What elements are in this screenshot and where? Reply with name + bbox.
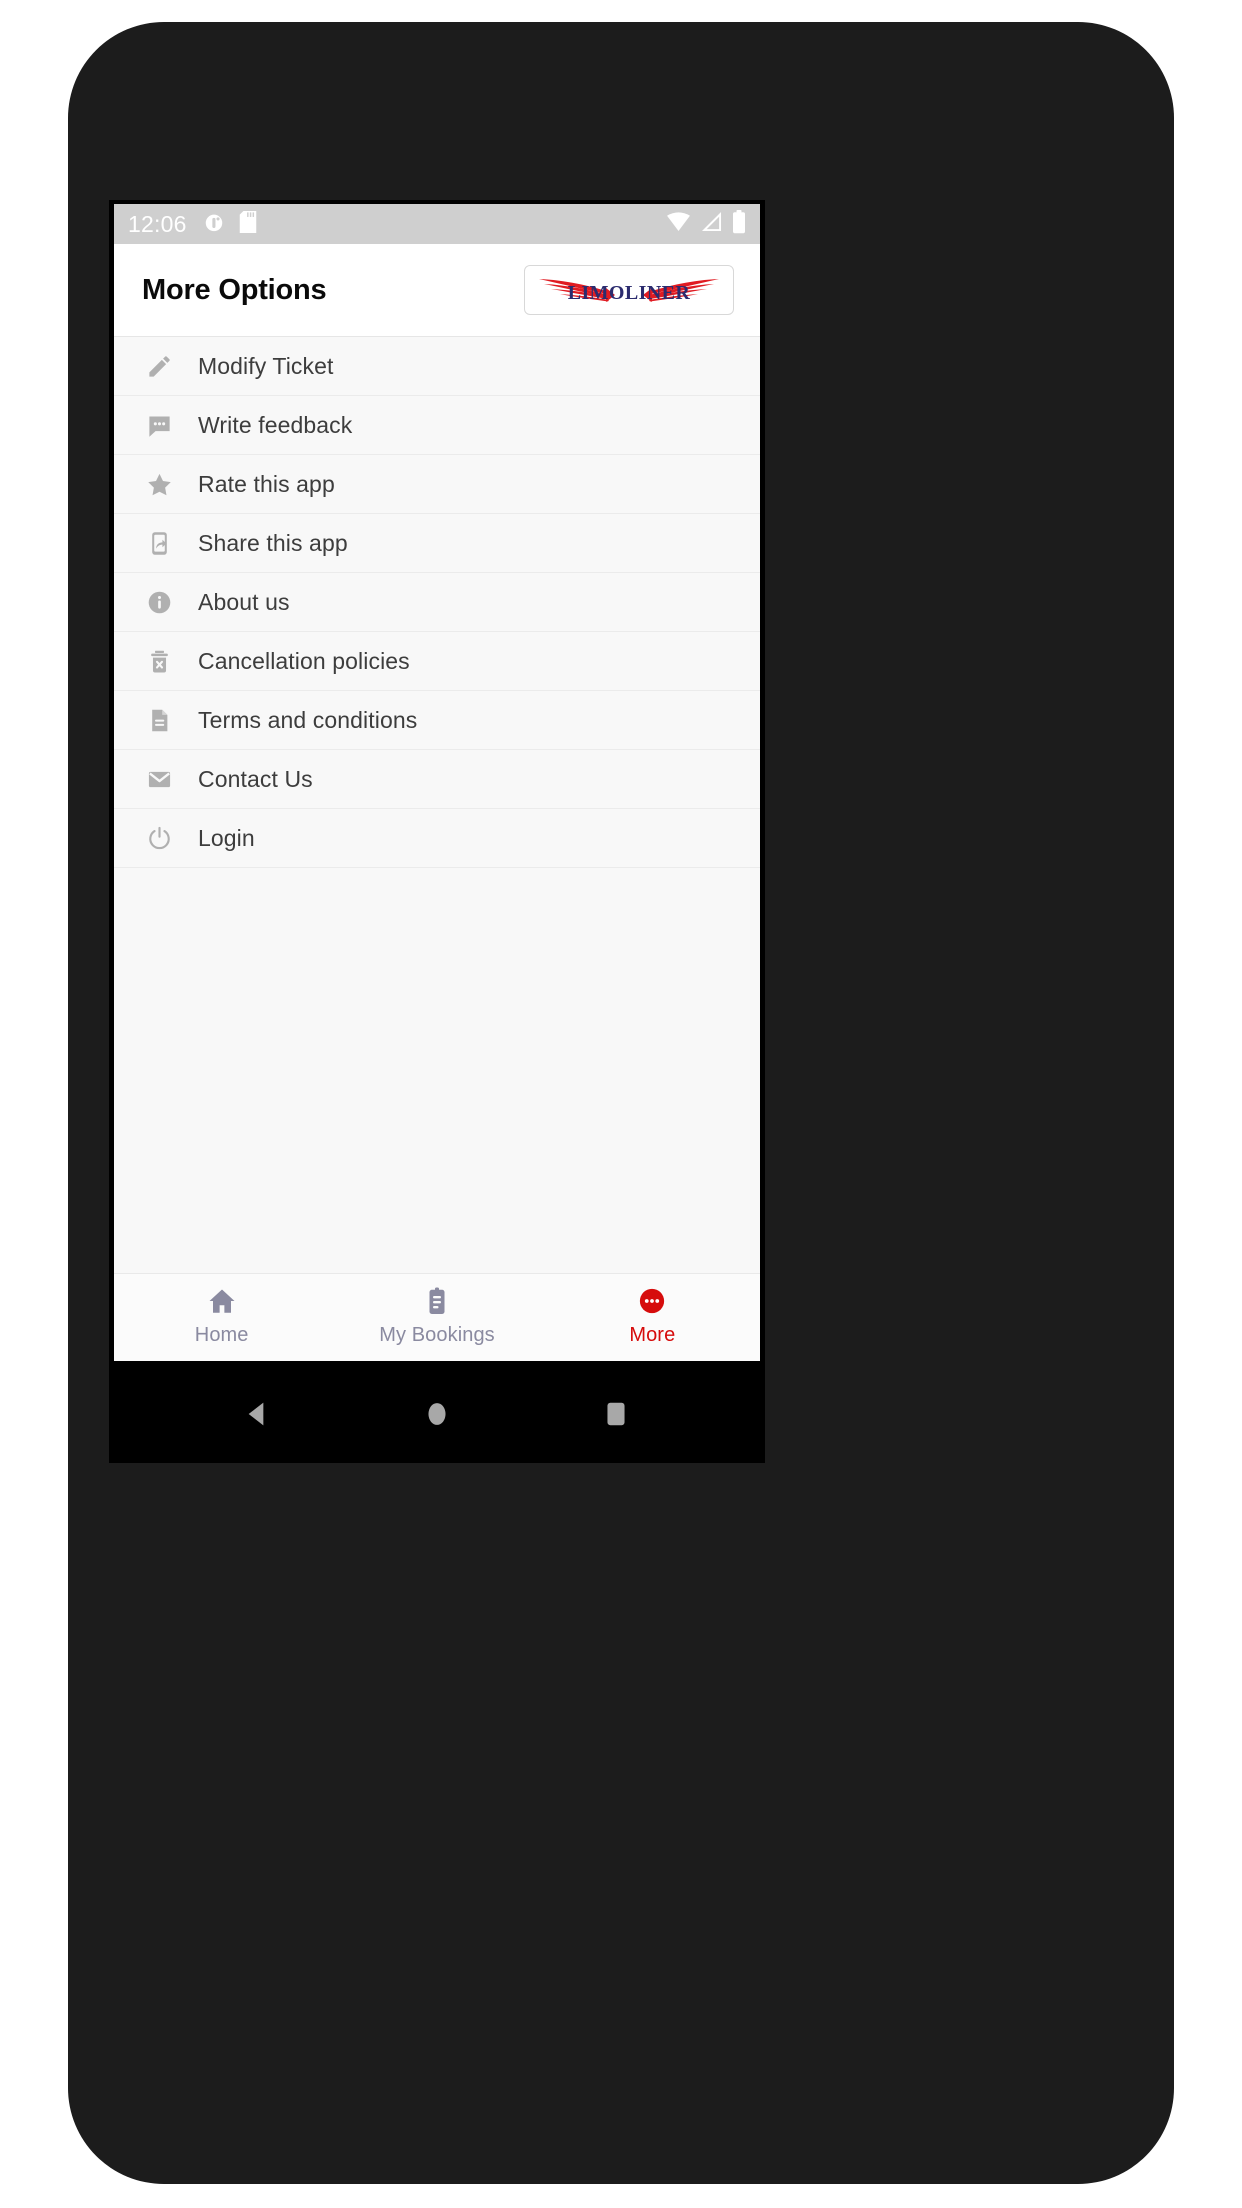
sd-card-icon (239, 210, 257, 238)
menu-item-label: Share this app (198, 529, 348, 556)
nav-tab-label: My Bookings (379, 1324, 495, 1346)
nav-tab-more[interactable]: More (545, 1284, 760, 1347)
comment-dots-icon (142, 408, 176, 442)
status-bar: 12:06 (114, 204, 760, 244)
battery-icon (732, 209, 746, 239)
menu-item-contact-us[interactable]: Contact Us (114, 750, 760, 809)
back-button[interactable] (242, 1398, 274, 1430)
menu-item-label: Rate this app (198, 470, 335, 497)
clipboard-icon (422, 1284, 452, 1318)
android-system-navigation (109, 1365, 765, 1463)
nav-tab-home[interactable]: Home (114, 1284, 329, 1347)
menu-item-label: Contact Us (198, 765, 313, 792)
menu-item-label: Cancellation policies (198, 647, 410, 674)
nav-tab-label: Home (194, 1324, 249, 1346)
menu-item-label: Modify Ticket (198, 352, 334, 379)
menu-item-share-this-app[interactable]: Share this app (114, 514, 760, 573)
svg-text:LIMOLINER: LIMOLINER (568, 282, 691, 304)
alarm-clock-icon (203, 211, 225, 238)
page-title: More Options (142, 273, 327, 306)
home-button[interactable] (421, 1398, 453, 1430)
menu-item-label: Login (198, 824, 255, 851)
info-circle-icon (142, 585, 176, 619)
home-icon (207, 1284, 237, 1318)
wifi-icon (666, 211, 691, 237)
pencil-icon (142, 349, 176, 383)
bottom-navigation-bar: Home My Bookings More (114, 1273, 760, 1361)
menu-item-login[interactable]: Login (114, 809, 760, 868)
status-bar-clock: 12:06 (128, 210, 187, 237)
menu-item-label: About us (198, 588, 290, 615)
menu-item-label: Terms and conditions (198, 706, 418, 733)
app-header: More Options LIMOLINER (114, 244, 760, 337)
power-button[interactable] (1100, 484, 1122, 664)
power-icon (142, 821, 176, 855)
envelope-icon (142, 762, 176, 796)
limoliner-logo: LIMOLINER (524, 265, 734, 315)
recents-button[interactable] (600, 1398, 632, 1430)
more-options-menu: Modify Ticket Write feedback Rate this a… (114, 337, 760, 1273)
menu-item-rate-this-app[interactable]: Rate this app (114, 455, 760, 514)
menu-item-label: Write feedback (198, 411, 353, 438)
document-icon (142, 703, 176, 737)
menu-item-terms-and-conditions[interactable]: Terms and conditions (114, 691, 760, 750)
phone-screen: 12:06 More Options LIMOLINER Modify Tick… (109, 200, 765, 1365)
menu-item-about-us[interactable]: About us (114, 573, 760, 632)
star-icon (142, 467, 176, 501)
cellular-signal-icon (700, 211, 723, 237)
more-dots-icon (637, 1284, 667, 1318)
phone-share-icon (142, 526, 176, 560)
menu-item-cancellation-policies[interactable]: Cancellation policies (114, 632, 760, 691)
menu-item-modify-ticket[interactable]: Modify Ticket (114, 337, 760, 396)
menu-item-write-feedback[interactable]: Write feedback (114, 396, 760, 455)
trash-x-icon (142, 644, 176, 678)
nav-tab-label: More (629, 1324, 676, 1346)
nav-tab-my-bookings[interactable]: My Bookings (329, 1284, 544, 1347)
